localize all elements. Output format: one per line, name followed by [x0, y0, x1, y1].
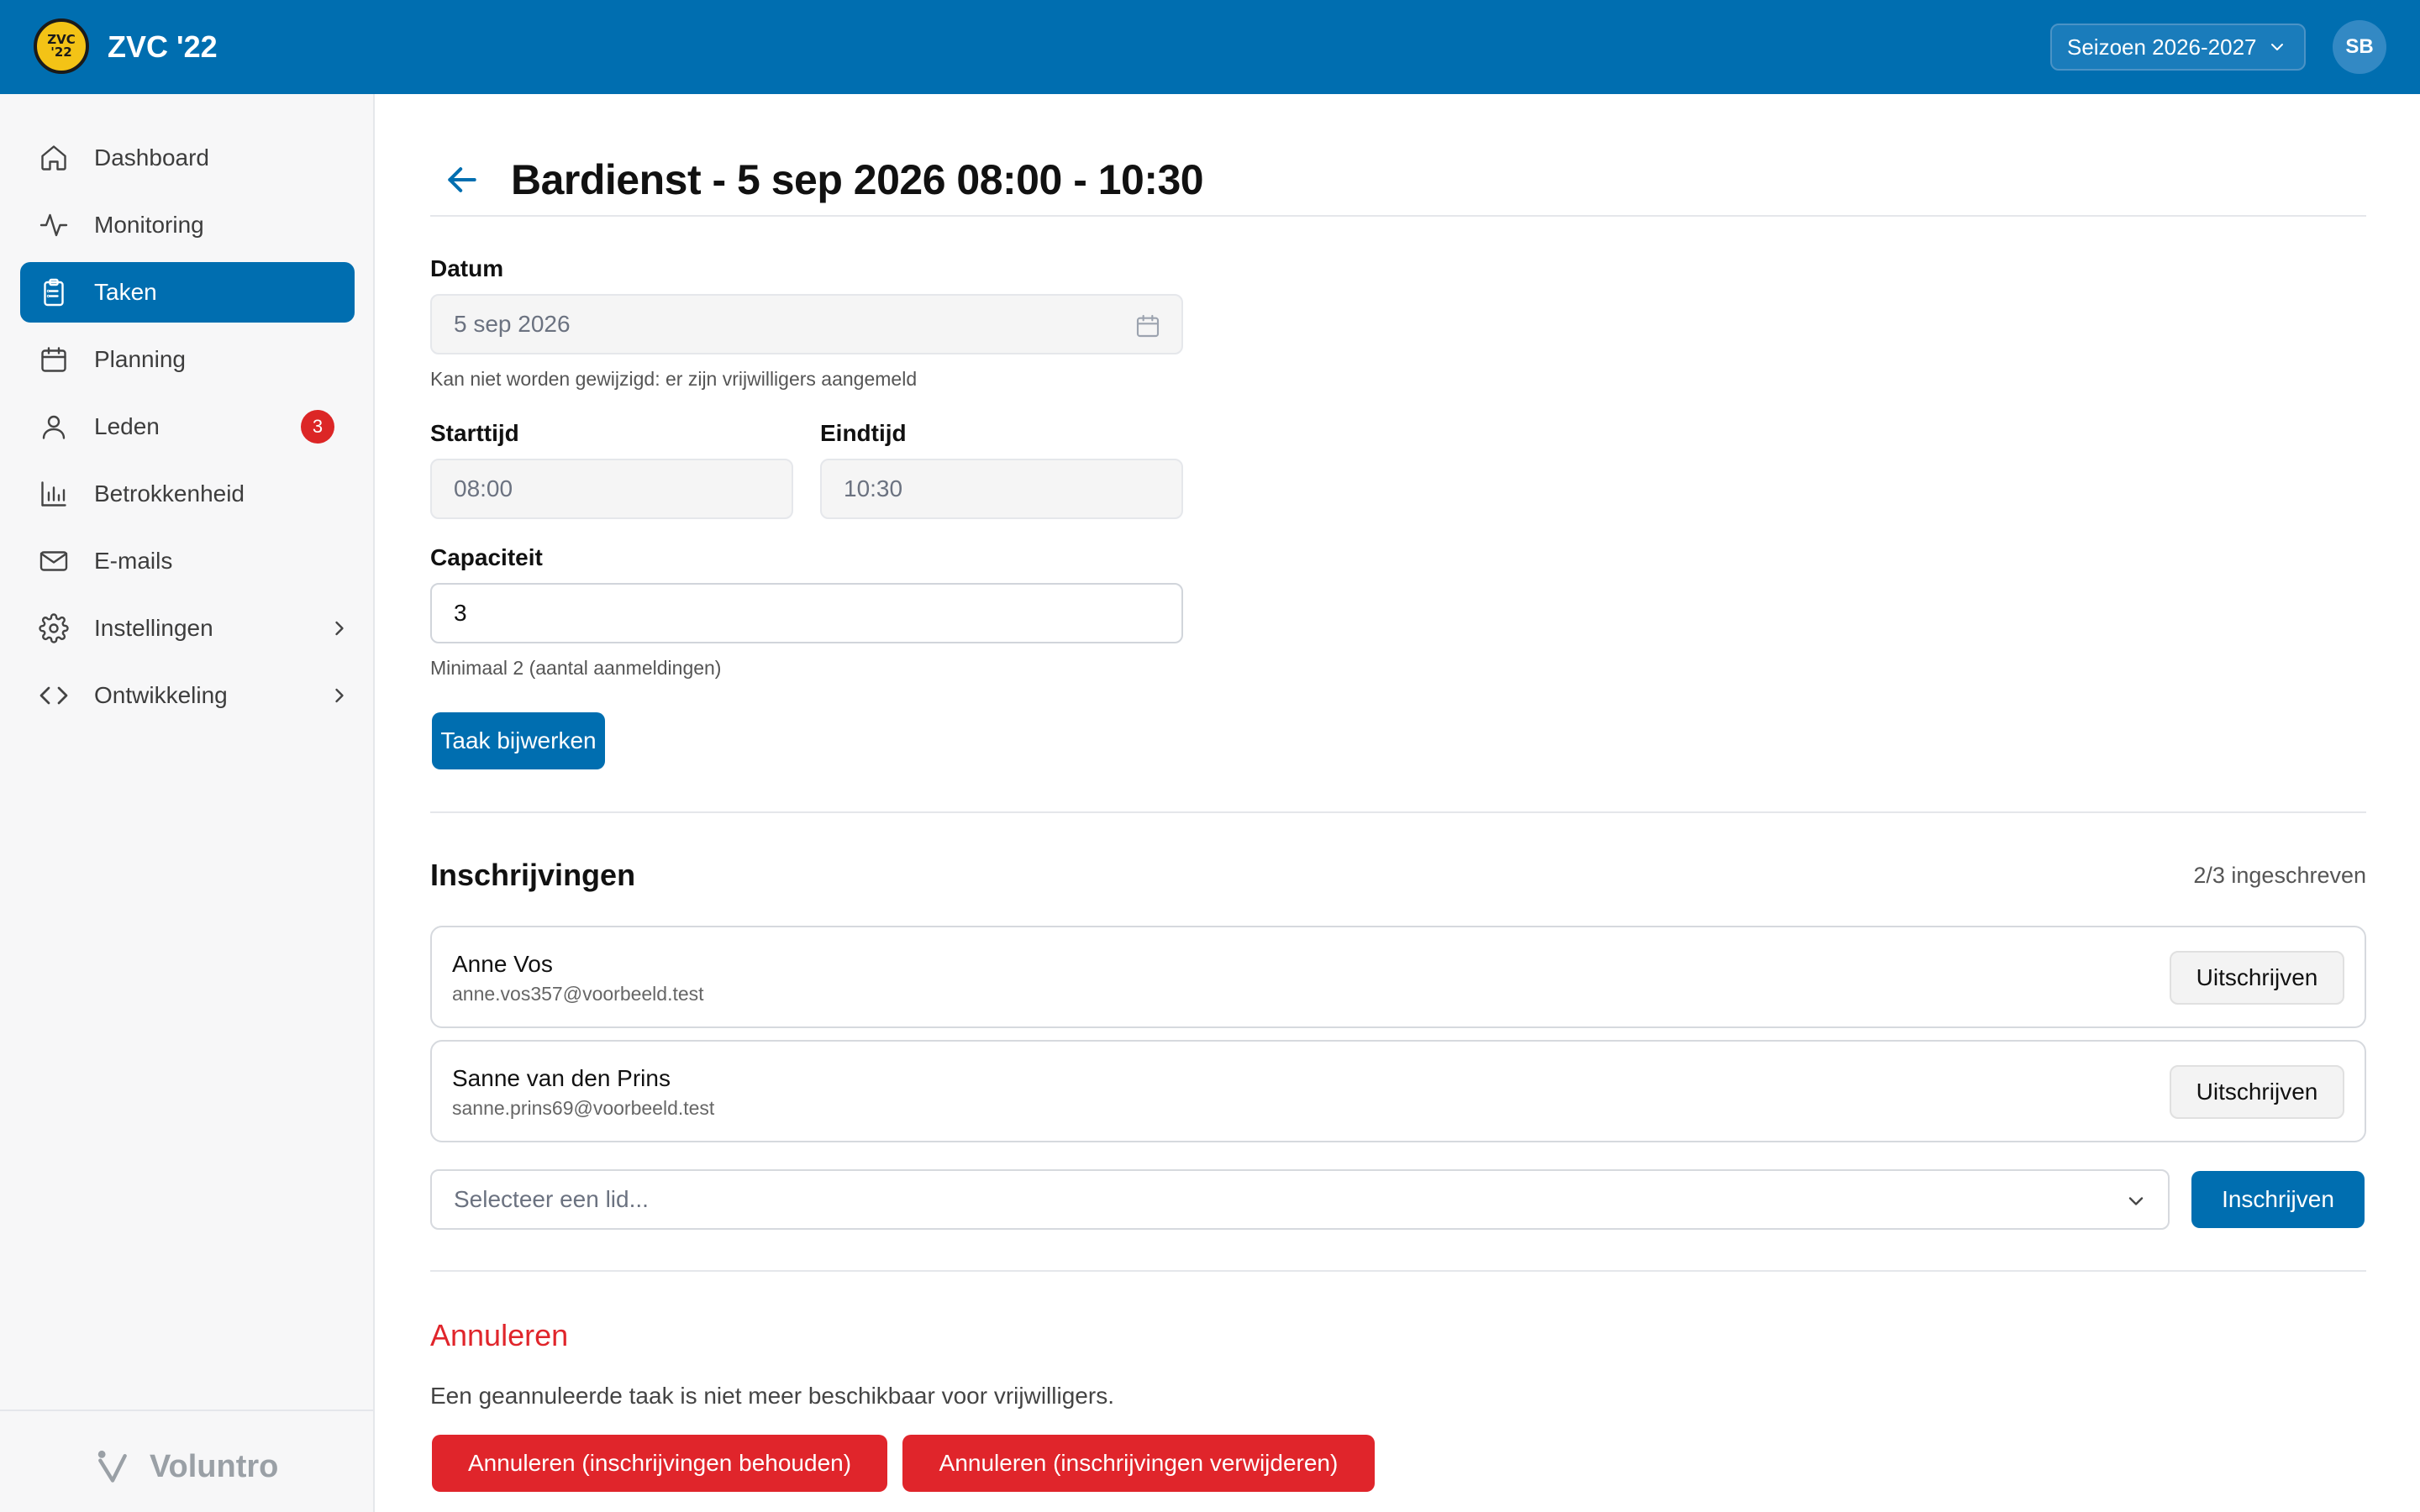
chevron-down-icon — [2271, 44, 2283, 50]
date-field: 5 sep 2026 — [430, 294, 1183, 354]
sidebar-item-label: Betrokkenheid — [94, 480, 245, 507]
calendar-icon — [1136, 314, 1160, 338]
sidebar-item-monitoring[interactable]: Monitoring — [20, 195, 355, 255]
end-time-label: Eindtijd — [820, 420, 907, 446]
sidebar-item-ontwikkeling[interactable]: Ontwikkeling — [20, 665, 355, 726]
registration-card: Anne Vos anne.vos357@voorbeeld.test Uits… — [430, 926, 2366, 1028]
chevron-down-icon — [2128, 1197, 2144, 1205]
sidebar: Dashboard Monitoring Taken Planning Lede… — [0, 94, 375, 1512]
registrant-email: sanne.prins69@voorbeeld.test — [452, 1097, 715, 1119]
registrant-name: Sanne van den Prins — [452, 1065, 671, 1091]
start-time-label: Starttijd — [430, 420, 519, 446]
sidebar-item-label: Monitoring — [94, 212, 204, 238]
club-logo[interactable]: ZVC '22 — [34, 18, 89, 74]
notification-badge: 3 — [301, 410, 334, 444]
sidebar-item-label: Planning — [94, 346, 186, 372]
start-time-value: 08:00 — [454, 475, 513, 501]
capacity-hint: Minimaal 2 (aantal aanmeldingen) — [430, 657, 722, 679]
sidebar-item-label: Taken — [94, 279, 157, 305]
registrant-email: anne.vos357@voorbeeld.test — [452, 983, 704, 1005]
sidebar-item-leden[interactable]: Leden 3 — [20, 396, 355, 457]
cancel-keep-registrations-button[interactable]: Annuleren (inschrijvingen behouden) — [432, 1435, 887, 1492]
sidebar-item-emails[interactable]: E-mails — [20, 531, 355, 591]
date-value: 5 sep 2026 — [454, 311, 571, 337]
member-select[interactable]: Selecteer een lid... — [430, 1169, 2170, 1230]
home-icon — [41, 145, 66, 171]
clipboard-icon — [44, 278, 64, 307]
gear-icon — [39, 613, 69, 643]
cancel-remove-registrations-button[interactable]: Annuleren (inschrijvingen verwijderen) — [902, 1435, 1375, 1492]
club-name: ZVC '22 — [108, 29, 218, 64]
capacity-value: 3 — [454, 600, 467, 626]
calendar-icon — [41, 347, 66, 372]
page-title: Bardienst - 5 sep 2026 08:00 - 10:30 — [511, 156, 1204, 203]
mail-icon — [39, 551, 68, 571]
user-icon — [42, 415, 66, 439]
update-task-button[interactable]: Taak bijwerken — [432, 712, 605, 769]
sidebar-item-label: Ontwikkeling — [94, 682, 228, 708]
sidebar-footer: Voluntro — [0, 1410, 373, 1512]
sidebar-item-betrokkenheid[interactable]: Betrokkenheid — [20, 464, 355, 524]
divider — [430, 215, 2366, 217]
season-select[interactable]: Seizoen 2026-2027 — [2050, 24, 2306, 71]
logo-text: ZVC '22 — [47, 32, 76, 60]
sidebar-item-label: Dashboard — [94, 144, 209, 171]
date-hint: Kan niet worden gewijzigd: er zijn vrijw… — [430, 368, 918, 390]
bar-chart-icon — [41, 481, 66, 507]
cancel-description: Een geannuleerde taak is niet meer besch… — [430, 1383, 1114, 1409]
top-bar: ZVC '22 ZVC '22 Seizoen 2026-2027 SB — [0, 0, 2420, 94]
sidebar-item-label: E-mails — [94, 548, 173, 574]
sidebar-item-dashboard[interactable]: Dashboard — [20, 128, 355, 188]
sidebar-item-label: Leden — [94, 413, 160, 439]
date-label: Datum — [430, 255, 504, 281]
registrations-title: Inschrijvingen — [430, 858, 636, 892]
sidebar-item-planning[interactable]: Planning — [20, 329, 355, 390]
brand-logo: Voluntro — [94, 1448, 278, 1485]
sidebar-item-label: Instellingen — [94, 615, 213, 641]
brand-name: Voluntro — [150, 1448, 279, 1484]
user-avatar[interactable]: SB — [2333, 20, 2386, 74]
divider — [430, 1270, 2366, 1272]
chevron-right-icon — [335, 688, 344, 703]
main-content: Bardienst - 5 sep 2026 08:00 - 10:30 Dat… — [375, 94, 2420, 1512]
voluntro-icon — [97, 1450, 127, 1483]
registration-card: Sanne van den Prins sanne.prins69@voorbe… — [430, 1040, 2366, 1142]
end-time-value: 10:30 — [844, 475, 903, 501]
end-time-field: 10:30 — [820, 459, 1183, 519]
sidebar-item-taken[interactable]: Taken — [20, 262, 355, 323]
chevron-right-icon — [335, 621, 344, 636]
code-icon — [39, 686, 68, 705]
season-select-value: Seizoen 2026-2027 — [2067, 34, 2257, 60]
capacity-label: Capaciteit — [430, 544, 543, 570]
registrations-count: 2/3 ingeschreven — [2193, 863, 2366, 888]
cancel-section-title: Annuleren — [430, 1318, 569, 1352]
capacity-input[interactable]: 3 — [430, 583, 1183, 643]
unregister-button[interactable]: Uitschrijven — [2170, 951, 2344, 1005]
member-select-placeholder: Selecteer een lid... — [454, 1186, 649, 1212]
start-time-field: 08:00 — [430, 459, 793, 519]
sidebar-item-instellingen[interactable]: Instellingen — [20, 598, 355, 659]
unregister-button[interactable]: Uitschrijven — [2170, 1065, 2344, 1119]
activity-icon — [39, 213, 68, 237]
divider — [430, 811, 2366, 813]
arrow-left-icon[interactable] — [444, 161, 481, 198]
registrant-name: Anne Vos — [452, 951, 553, 977]
register-button[interactable]: Inschrijven — [2191, 1171, 2365, 1228]
